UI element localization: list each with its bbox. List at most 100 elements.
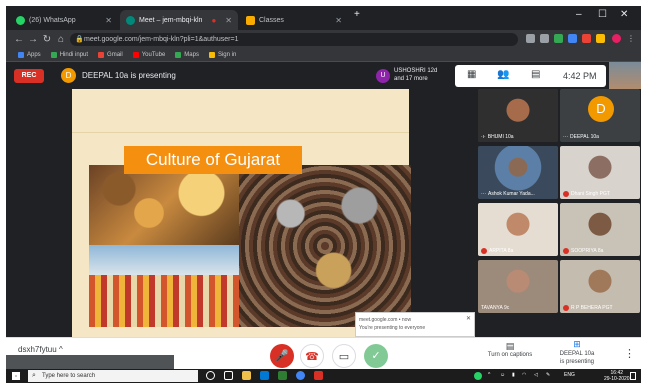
maximize-icon[interactable]: ☐ (598, 9, 607, 20)
people-tray-icon[interactable]: ☺ (500, 372, 505, 378)
url-text: meet.google.com/jem-mbqi-kln?pli=1&authu… (84, 36, 239, 43)
screen: (26) WhatsApp ✕ Meet – jem-mbqi-kln ● ✕ … (6, 6, 641, 383)
participant-avatar[interactable]: U (376, 69, 390, 83)
star-icon[interactable] (540, 34, 549, 43)
reload-icon[interactable]: ↻ (40, 34, 54, 45)
search-icon: ⌕ (32, 372, 36, 379)
forward-icon[interactable]: → (26, 34, 40, 45)
gmail-icon (98, 52, 105, 58)
participant-tile[interactable]: TAVANYA 9c (478, 260, 558, 313)
chat-icon[interactable]: ▤ (531, 69, 540, 80)
bookmark-label: Sign in (217, 52, 237, 58)
participant-name: ARPITA 8a (489, 248, 514, 254)
participant-tile[interactable]: D ··· DEEPAL 10a (560, 89, 640, 142)
volume-icon[interactable]: ◁ (534, 372, 538, 378)
edge-icon[interactable] (278, 371, 287, 380)
presenter-avatar: D (61, 68, 76, 83)
leave-call-button[interactable]: ☎ (300, 344, 324, 368)
presenting-notification[interactable]: ✕ meet.google.com • now You're presentin… (355, 312, 475, 337)
input-language[interactable]: ENG (564, 372, 575, 378)
new-tab-icon[interactable]: + (354, 9, 360, 20)
whatsapp-tray-icon[interactable] (474, 372, 482, 380)
pen-icon[interactable]: ✎ (546, 372, 550, 378)
minimize-icon[interactable]: – (576, 9, 582, 20)
captions-icon: ▤ (505, 341, 515, 351)
check-button[interactable]: ✓ (364, 344, 388, 368)
extension-icon[interactable] (582, 34, 591, 43)
profile-avatar[interactable] (612, 34, 621, 43)
captions-button[interactable]: ▤ Turn on captions (480, 341, 540, 358)
taskbar-clock[interactable]: 16:42 29-10-2020 (604, 370, 630, 382)
meeting-info-icon[interactable]: ▦ (467, 69, 476, 80)
wifi-icon[interactable]: ◠ (522, 372, 526, 378)
bookmark-sign-in[interactable]: Sign in (208, 52, 237, 58)
presentation-stage: Culture of Gujarat ✕ meet.google.com • n… (6, 89, 476, 337)
participant-tile[interactable]: Dhani Singh PGT (560, 146, 640, 199)
close-icon[interactable]: ✕ (466, 315, 471, 323)
app-icon[interactable] (314, 371, 323, 380)
hang-up-icon: ☎ (305, 351, 319, 363)
participant-grid: ·ı· BHUMI 10a D ··· DEEPAL 10a ··· Ashok Ku… (476, 89, 641, 337)
task-view-icon[interactable] (224, 371, 233, 380)
bookmark-label: Hindi input (59, 52, 89, 58)
classroom-icon (246, 15, 255, 25)
tab-label: Classes (259, 16, 284, 24)
presenting-label: DEEPAL 10a (559, 351, 595, 357)
presenting-status: DEEPAL 10a is presenting (82, 71, 176, 80)
camera-icon[interactable] (526, 34, 535, 43)
extension-icon[interactable] (554, 34, 563, 43)
url-field[interactable]: 🔒 meet.google.com/jem-mbqi-kln?pli=1&aut… (70, 33, 518, 46)
participant-label: ARPITA 8a (481, 248, 513, 254)
bookmark-maps[interactable]: Maps (175, 52, 199, 58)
participant-tile[interactable]: R P BEHERA PGT (560, 260, 640, 313)
window-close-icon[interactable]: ✕ (620, 9, 628, 20)
participant-tile[interactable]: ··· Ashok Kumar Yada... (478, 146, 558, 199)
participant-more: and 17 more (394, 76, 428, 82)
tab-whatsapp[interactable]: (26) WhatsApp ✕ (10, 10, 118, 30)
chrome-icon[interactable] (296, 371, 305, 380)
participant-name: BHUMI 10a (487, 134, 514, 140)
cortana-icon[interactable] (206, 371, 215, 380)
captions-label: Turn on captions (487, 352, 533, 358)
meet-controls-bar: dsxh7fytuu ^ 🎤 ☎ ▭ ✓ ▤ Turn on captions … (6, 337, 641, 370)
mic-off-button[interactable]: 🎤 (270, 344, 294, 368)
people-icon[interactable]: 👥 (497, 69, 509, 80)
close-icon[interactable]: ✕ (105, 16, 112, 25)
participant-summary[interactable]: USHOSHRI 12d and 17 more (394, 67, 437, 83)
slide-divider (72, 132, 409, 133)
store-icon[interactable] (260, 371, 269, 380)
bookmark-gmail[interactable]: Gmail (98, 52, 123, 58)
bookmark-youtube[interactable]: YouTube (132, 52, 165, 58)
chevron-up-icon[interactable]: ^ (488, 372, 490, 378)
bookmark-hindi-input[interactable]: Hindi input (50, 52, 89, 58)
dance-photo-sky (89, 245, 239, 275)
meeting-code[interactable]: dsxh7fytuu ^ (18, 345, 63, 354)
home-icon[interactable]: ⌂ (54, 34, 68, 45)
windows-start-icon[interactable] (12, 372, 20, 380)
bookmark-apps[interactable]: Apps (18, 52, 41, 58)
participant-tile[interactable]: SOOPRIYA 8a (560, 203, 640, 256)
participant-tile[interactable]: ARPITA 8a (478, 203, 558, 256)
more-icon: ··· (563, 134, 568, 140)
close-icon[interactable]: ✕ (225, 16, 232, 25)
self-view-thumbnail[interactable] (609, 62, 641, 89)
extension-icon[interactable] (568, 34, 577, 43)
extension-icon[interactable] (596, 34, 605, 43)
slide: Culture of Gujarat ✕ meet.google.com • n… (72, 89, 475, 337)
food-photo (89, 165, 239, 245)
present-now-button[interactable]: ⊞ DEEPAL 10a is presenting (552, 339, 602, 366)
meeting-clock: 4:42 PM (563, 71, 597, 81)
file-explorer-icon[interactable] (242, 371, 251, 380)
taskbar-search[interactable]: ⌕ Type here to search (28, 370, 198, 382)
jewellery-photo (239, 165, 411, 327)
more-options-icon[interactable]: ⋮ (624, 347, 635, 360)
tab-classes[interactable]: Classes ✕ (240, 10, 348, 30)
menu-icon[interactable]: ⋮ (627, 34, 636, 43)
close-icon[interactable]: ✕ (335, 16, 342, 25)
notifications-icon[interactable] (630, 372, 636, 380)
back-icon[interactable]: ← (12, 34, 26, 45)
participant-tile[interactable]: ·ı· BHUMI 10a (478, 89, 558, 142)
tab-meet[interactable]: Meet – jem-mbqi-kln ● ✕ (120, 10, 238, 30)
camera-toggle-button[interactable]: ▭ (332, 344, 356, 368)
recording-dot-icon: ● (211, 15, 217, 25)
